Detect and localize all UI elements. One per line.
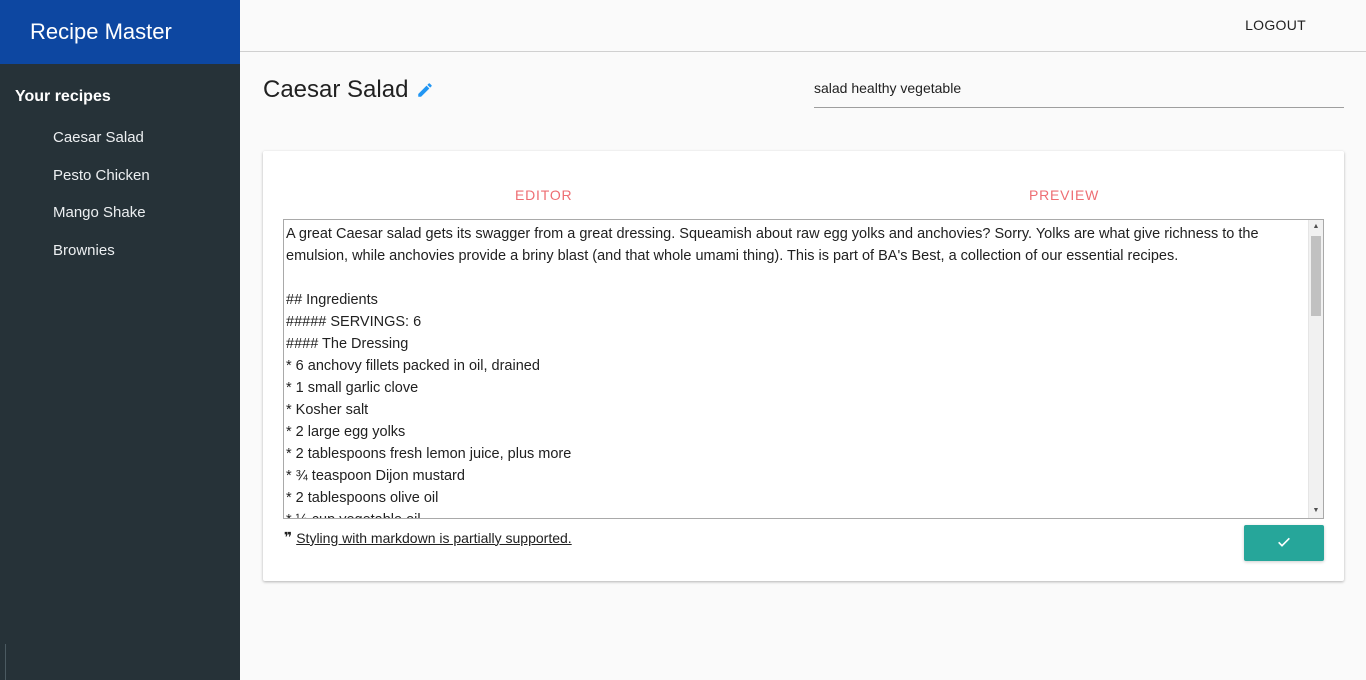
recipe-editor-textarea[interactable]: A great Caesar salad gets its swagger fr… xyxy=(283,219,1324,519)
scroll-down-arrow-icon[interactable]: ▼ xyxy=(1309,504,1323,518)
logout-button[interactable]: LOGOUT xyxy=(1245,17,1306,33)
editor-card: EDITOR PREVIEW A great Caesar salad gets… xyxy=(263,151,1344,581)
scroll-up-arrow-icon[interactable]: ▲ xyxy=(1309,220,1323,234)
sidebar: Recipe Master Your recipes Caesar Salad … xyxy=(0,0,240,680)
editor-scrollbar[interactable]: ▲ ▼ xyxy=(1308,220,1323,518)
sidebar-item-mango-shake[interactable]: Mango Shake xyxy=(0,203,240,241)
editor-content[interactable]: A great Caesar salad gets its swagger fr… xyxy=(284,220,1308,518)
recipe-list: Caesar Salad Pesto Chicken Mango Shake B… xyxy=(0,128,240,278)
quote-icon: ❞ xyxy=(284,529,293,545)
save-button[interactable] xyxy=(1244,525,1324,561)
check-icon xyxy=(1276,534,1292,553)
sidebar-resize-handle xyxy=(0,644,6,680)
markdown-note: ❞ Styling with markdown is partially sup… xyxy=(284,529,572,546)
app-title[interactable]: Recipe Master xyxy=(0,0,240,64)
tab-editor[interactable]: EDITOR xyxy=(515,187,572,203)
markdown-help-link[interactable]: Styling with markdown is partially suppo… xyxy=(296,530,571,546)
sidebar-item-brownies[interactable]: Brownies xyxy=(0,241,240,279)
tags-input[interactable] xyxy=(814,74,1344,108)
sidebar-item-caesar-salad[interactable]: Caesar Salad xyxy=(0,128,240,166)
pencil-icon[interactable] xyxy=(416,81,434,99)
sidebar-heading: Your recipes xyxy=(15,88,111,105)
recipe-title: Caesar Salad xyxy=(263,76,409,103)
scrollbar-thumb[interactable] xyxy=(1311,236,1321,316)
tab-preview[interactable]: PREVIEW xyxy=(1029,187,1099,203)
sidebar-item-pesto-chicken[interactable]: Pesto Chicken xyxy=(0,166,240,204)
top-bar: LOGOUT xyxy=(240,0,1366,52)
recipe-title-row: Caesar Salad xyxy=(263,74,434,106)
